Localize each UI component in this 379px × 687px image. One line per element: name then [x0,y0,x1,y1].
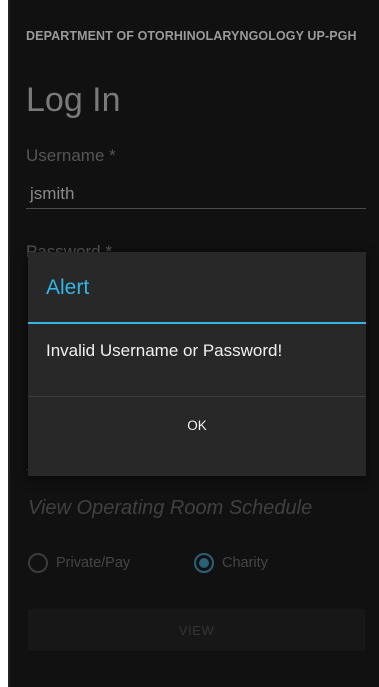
radio-label-private-pay: Private/Pay [56,555,131,571]
page-title: Log In [26,81,121,119]
username-label: Username * [26,146,116,165]
schedule-heading: View Operating Room Schedule [28,497,313,519]
radio-charity[interactable]: Charity [194,553,268,573]
dialog-message: Invalid Username or Password! [46,341,283,360]
alert-dialog: Alert Invalid Username or Password! OK [28,252,366,476]
view-button[interactable]: VIEW [28,609,365,651]
radio-label-charity: Charity [222,555,268,571]
dialog-title-divider [28,322,366,324]
radio-unchecked-icon [28,553,48,573]
dialog-title: Alert [46,276,90,299]
ok-button[interactable]: OK [28,397,366,453]
radio-private-pay[interactable]: Private/Pay [28,553,130,573]
department-name: DEPARTMENT OF OTORHINOLARYNGOLOGY UP-PGH [26,29,357,43]
username-underline [26,208,366,209]
radio-checked-icon [194,553,214,573]
username-field[interactable]: jsmith [30,184,74,204]
app-screen: DEPARTMENT OF OTORHINOLARYNGOLOGY UP-PGH… [10,0,379,687]
